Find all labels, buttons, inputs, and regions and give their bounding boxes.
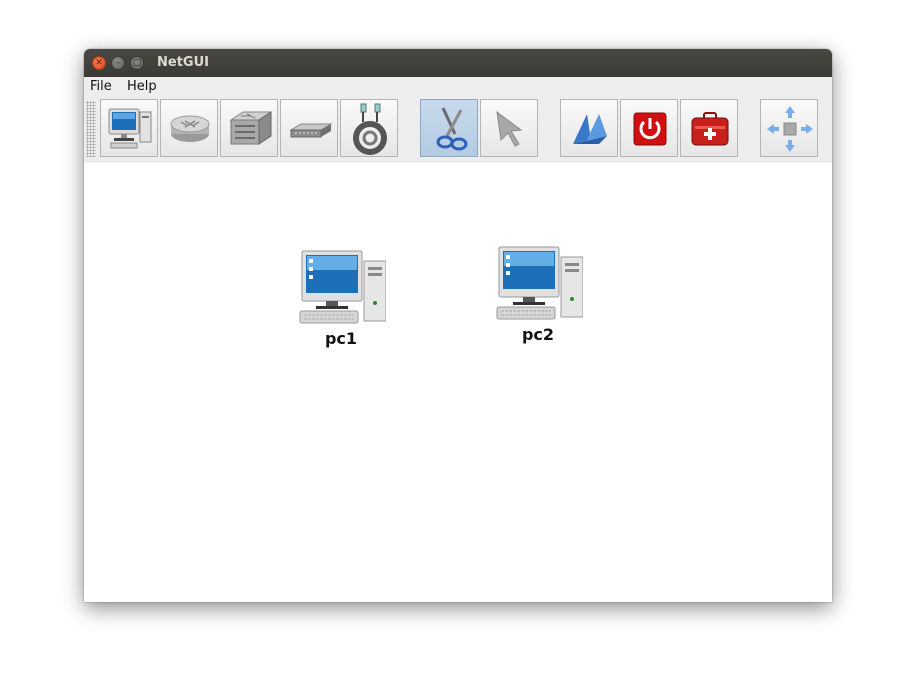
delete-tool-button[interactable] [420, 99, 478, 157]
power-off-tool-button[interactable] [620, 99, 678, 157]
netgui-window: ✕ – ▢ NetGUI File Help pc1 pc2 [84, 49, 832, 602]
window-title: NetGUI [157, 55, 209, 70]
node-pc1[interactable]: pc1 [296, 249, 386, 348]
first-aid-tool-button[interactable] [680, 99, 738, 157]
menu-bar: File Help [84, 77, 832, 97]
close-icon: ✕ [95, 58, 103, 68]
minimize-window-button[interactable]: – [111, 56, 125, 70]
node-label: pc1 [324, 329, 358, 348]
cable-icon [353, 103, 387, 155]
menu-file[interactable]: File [90, 79, 112, 94]
hub-tool-button[interactable] [280, 99, 338, 157]
maximize-icon: ▢ [132, 58, 142, 68]
power-icon [633, 112, 667, 146]
router-icon [170, 115, 210, 142]
menu-help[interactable]: Help [127, 79, 157, 94]
pointer-icon [496, 110, 523, 147]
switch-tool-button[interactable] [220, 99, 278, 157]
scissors-icon [436, 107, 468, 151]
node-label: pc2 [521, 325, 555, 344]
computer-icon [496, 246, 583, 320]
select-tool-button[interactable] [480, 99, 538, 157]
computer-icon [108, 108, 152, 149]
hub-icon [289, 123, 333, 138]
start-arrows-icon [573, 114, 607, 144]
network-canvas[interactable]: pc1 pc2 [84, 163, 832, 602]
switch-icon [229, 111, 273, 145]
center-view-tool-button[interactable] [760, 99, 818, 157]
computer-icon [299, 250, 386, 324]
move-arrows-icon [767, 106, 813, 152]
minimize-icon: – [115, 58, 121, 68]
node-pc2[interactable]: pc2 [493, 245, 583, 344]
close-window-button[interactable]: ✕ [92, 56, 106, 70]
start-tool-button[interactable] [560, 99, 618, 157]
toolbar [84, 97, 832, 164]
terminal-pc-tool-button[interactable] [100, 99, 158, 157]
link-tool-button[interactable] [340, 99, 398, 157]
title-bar[interactable]: ✕ – ▢ NetGUI [84, 49, 832, 77]
toolbar-grip[interactable] [86, 101, 96, 157]
router-tool-button[interactable] [160, 99, 218, 157]
maximize-window-button[interactable]: ▢ [130, 56, 144, 70]
first-aid-kit-icon [691, 112, 729, 146]
